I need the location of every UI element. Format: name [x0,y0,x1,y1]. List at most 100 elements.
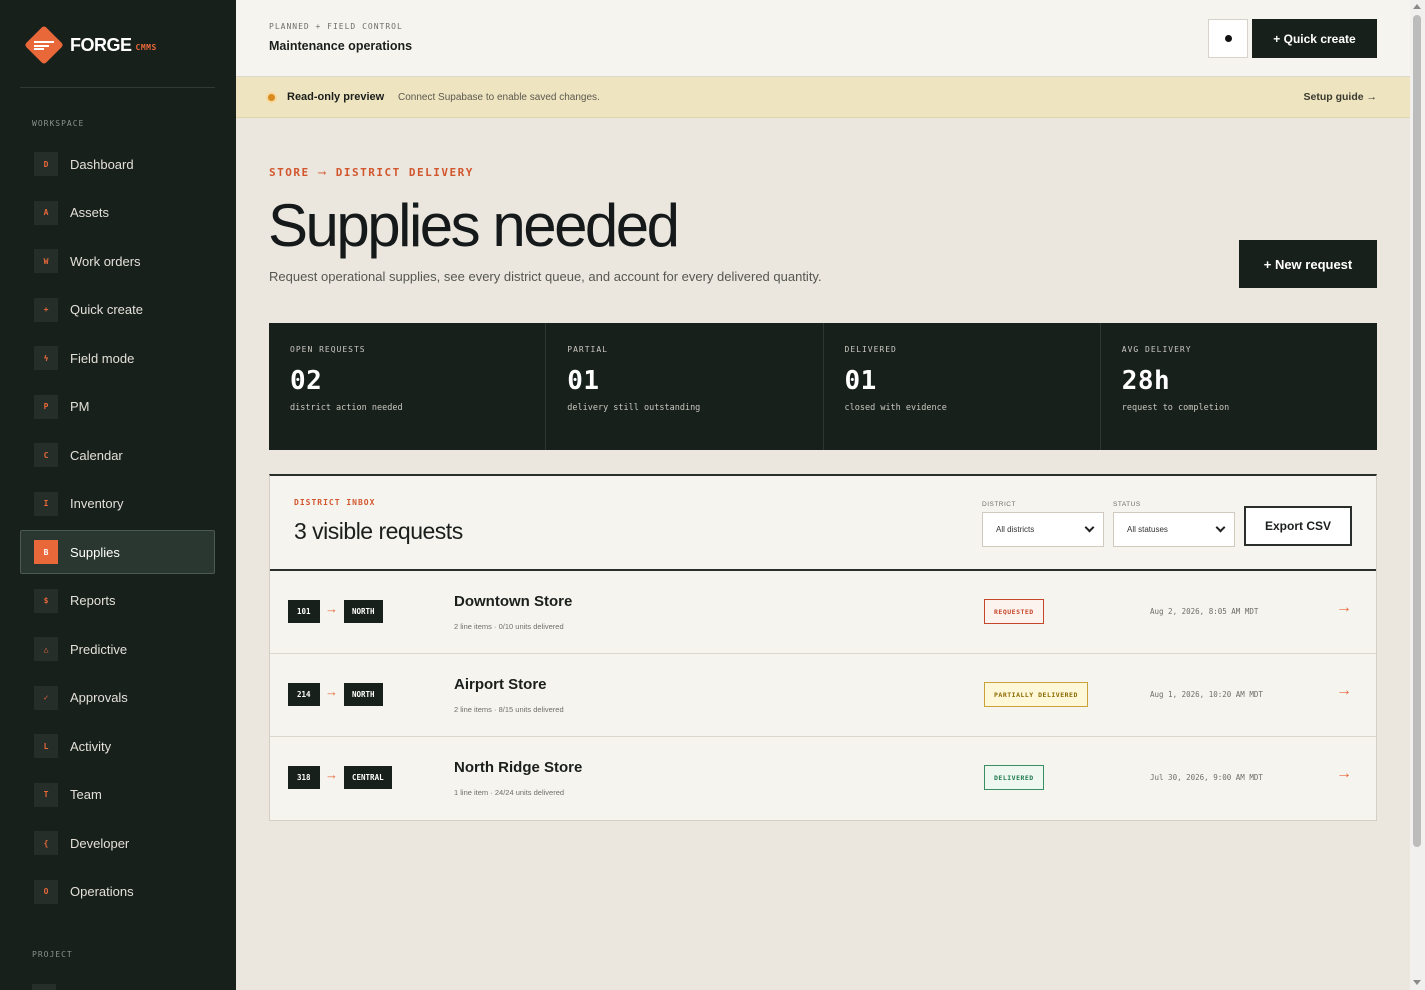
district-select-value: All districts [996,525,1035,534]
banner-title: Read-only preview [287,91,385,103]
stat-label: AVG DELIVERY [1121,345,1192,354]
sidebar-item-badge: T [34,782,58,807]
stat-value: 01 [844,366,877,396]
sidebar-item-label: Team [70,787,102,802]
sidebar-item-badge: { [34,831,58,855]
project-item-badge [32,984,56,990]
sidebar-item-work-orders[interactable]: W Work orders [20,239,215,283]
arrow-right-icon: → [325,767,338,782]
district-inbox: DISTRICT INBOX 3 visible requests DISTRI… [269,474,1377,821]
brand-suffix: CMMS [135,42,157,52]
store-name: North Ridge Store [454,759,583,776]
sidebar-item-supplies[interactable]: B Supplies [20,530,215,574]
brand-logo[interactable]: FORGE CMMS [24,24,157,66]
stat-card: AVG DELIVERY 28h request to completion [1101,323,1377,450]
sidebar-item-badge: $ [34,588,58,613]
store-code: 101 [288,600,320,623]
sidebar-section-project: PROJECT [32,950,73,959]
open-request-arrow-icon[interactable]: → [1336,682,1352,700]
sidebar-item-badge: + [34,297,58,322]
sidebar-item-label: Operations [70,884,134,899]
stats-panel: OPEN REQUESTS 02 district action needed PAR… [269,323,1377,450]
sidebar-item-badge: C [34,443,58,467]
district-select[interactable]: All districts [982,512,1104,547]
scroll-down-icon[interactable] [1413,980,1421,985]
store-code: 214 [288,683,320,706]
sidebar-item-badge: O [34,879,58,904]
status-badge: DELIVERED [984,765,1044,790]
district-tag: CENTRAL [344,766,392,789]
chevron-down-icon [1215,522,1226,533]
sidebar-item-activity[interactable]: L Activity [20,724,215,768]
line-items-meta: 1 line item · 24/24 units delivered [454,788,565,797]
stat-card: OPEN REQUESTS 02 district action needed [269,323,547,450]
open-request-arrow-icon[interactable]: → [1336,765,1352,783]
sidebar-item-operations[interactable]: O Operations [20,870,215,914]
status-select[interactable]: All statuses [1113,512,1235,547]
forge-logo-icon [24,25,64,65]
stat-label: PARTIAL [567,345,608,354]
stat-card: PARTIAL 01 delivery still outstanding [546,323,824,450]
sidebar-item-calendar[interactable]: C Calendar [20,433,215,477]
request-timestamp: Aug 2, 2026, 8:05 AM MDT [1150,607,1259,616]
stat-value: 28h [1121,366,1171,396]
sidebar-item-team[interactable]: T Team [20,773,215,817]
arrow-right-icon: → [325,684,338,699]
setup-guide-link[interactable]: Setup guide → [1304,91,1378,103]
sidebar-item-assets[interactable]: A Assets [20,191,215,235]
open-request-arrow-icon[interactable]: → [1336,599,1352,617]
arrow-right-icon: → [325,601,338,616]
stat-note: request to completion [1121,403,1230,413]
banner-text: Connect Supabase to enable saved changes… [398,92,600,103]
scroll-up-icon[interactable] [1413,4,1421,9]
table-row[interactable]: 101 → NORTH Downtown Store 2 line items · 0/… [270,571,1376,654]
sidebar-item-label: Inventory [70,496,124,511]
line-items-meta: 2 line items · 8/15 units delivered [454,705,564,714]
export-csv-button[interactable]: Export CSV [1244,506,1352,546]
sidebar-item-label: Activity [70,738,112,754]
sidebar-item-badge: △ [34,637,58,661]
status-select-value: All statuses [1127,525,1168,534]
arrow-right-icon: ⟶ [318,166,327,179]
sidebar: FORGE CMMS WORKSPACE D Dashboard A Assets W W… [0,0,236,990]
sidebar-nav: D Dashboard A Assets W Work orders + Quick crea… [20,142,215,918]
sidebar-item-predictive[interactable]: △ Predictive [20,627,215,671]
sidebar-item-badge: L [34,734,58,758]
inbox-header: DISTRICT INBOX 3 visible requests DISTRI… [270,476,1376,571]
sidebar-item-approvals[interactable]: ✓ Approvals [20,676,215,720]
sidebar-item-reports[interactable]: $ Reports [20,579,215,623]
page-subtitle: Request operational supplies, see every … [269,269,822,284]
inbox-title: 3 visible requests [294,518,463,544]
header-eyebrow: PLANNED + FIELD CONTROL [269,22,403,31]
table-row[interactable]: 214 → NORTH Airport Store 2 line items · 8/1… [270,654,1376,737]
chevron-down-icon [1084,522,1095,533]
sidebar-item-quick-create[interactable]: + Quick create [20,288,215,332]
stat-value: 02 [290,366,323,396]
sidebar-item-label: Supplies [70,544,120,560]
table-row[interactable]: 318 → CENTRAL North Ridge Store 1 line item … [270,737,1376,820]
sidebar-item-label: Calendar [70,447,123,463]
sidebar-item-developer[interactable]: { Developer [20,821,215,865]
sidebar-item-dashboard[interactable]: D Dashboard [20,142,215,186]
request-timestamp: Jul 30, 2026, 9:00 AM MDT [1150,773,1263,782]
store-code: 318 [288,766,320,789]
status-badge: PARTIALLY DELIVERED [984,682,1088,707]
status-dot-button[interactable] [1208,19,1248,58]
scrollbar-thumb[interactable] [1413,15,1421,847]
new-request-button[interactable]: + New request [1239,240,1377,288]
sidebar-item-field-mode[interactable]: ϟ Field mode [20,336,215,380]
stat-note: delivery still outstanding [567,403,701,413]
quick-create-button[interactable]: + Quick create [1252,19,1377,58]
sidebar-item-badge: I [34,491,58,516]
status-badge: REQUESTED [984,599,1044,624]
stat-note: closed with evidence [844,403,947,413]
district-tag: NORTH [344,683,383,706]
sidebar-item-label: Dashboard [70,156,134,172]
sidebar-item-badge: D [34,152,58,176]
sidebar-item-label: Developer [70,835,130,851]
stat-label: OPEN REQUESTS [290,345,366,354]
sidebar-item-pm[interactable]: P PM [20,385,215,429]
sidebar-item-inventory[interactable]: I Inventory [20,482,215,526]
sidebar-item-label: Quick create [70,302,143,317]
stat-value: 01 [567,366,600,396]
